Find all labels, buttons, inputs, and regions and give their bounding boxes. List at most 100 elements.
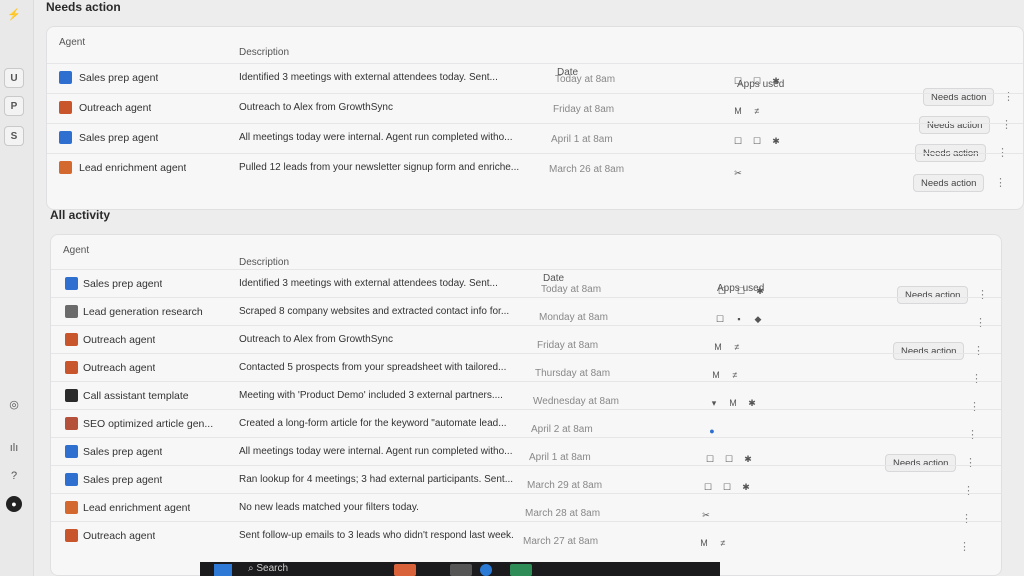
outreach-agent-icon — [59, 101, 72, 114]
help-icon[interactable]: ? — [4, 466, 24, 486]
agent-name: Outreach agent — [83, 530, 156, 542]
table-row[interactable]: Lead enrichment agent No new leads match… — [51, 493, 1001, 525]
taskbar-app-icon[interactable] — [480, 564, 492, 576]
taskbar-app-icon[interactable] — [450, 564, 472, 576]
outreach-agent-icon — [65, 529, 78, 542]
row-date: March 27 at 8am — [523, 536, 599, 547]
table-row[interactable]: SEO optimized article gen... Created a l… — [51, 409, 1001, 441]
chart-icon[interactable]: ılı — [4, 438, 24, 458]
row-description: Meeting with 'Product Demo' included 3 e… — [239, 390, 503, 401]
agent-name: Sales prep agent — [83, 474, 163, 486]
taskbar-search-label: Search — [256, 563, 289, 574]
needs-action-button[interactable]: Needs action — [913, 174, 985, 192]
more-icon[interactable]: ⋮ — [995, 176, 1006, 189]
table-row[interactable]: Outreach agent Outreach to Alex from Gro… — [47, 93, 1023, 134]
taskbar-app-icon[interactable] — [394, 564, 416, 576]
zapier-icon: ✂ — [734, 168, 742, 178]
table-row[interactable]: Sales prep agent All meetings today were… — [51, 437, 1001, 472]
row-date: Wednesday at 8am — [533, 396, 619, 407]
col-agent: Agent — [63, 245, 90, 256]
table-row[interactable]: Sales prep agent All meetings today were… — [47, 123, 1023, 162]
rail-item-s[interactable]: S — [4, 126, 24, 146]
calendar-icon: ☐ — [715, 314, 725, 324]
notion-icon: ☐ — [736, 286, 746, 296]
row-date: March 29 at 8am — [527, 480, 603, 491]
agent-name: Sales prep agent — [83, 446, 163, 458]
calendar-icon: ☐ — [703, 482, 713, 492]
gmail-icon: M — [714, 342, 722, 352]
taskbar-search[interactable]: ⌕ Search — [248, 563, 288, 574]
sheets-icon: ≠ — [720, 538, 726, 548]
gmail-icon: M — [734, 106, 742, 116]
rail-item-u[interactable]: U — [4, 68, 24, 88]
col-description: Description — [239, 257, 290, 268]
docs-icon: ● — [709, 426, 715, 436]
browser-icon: ◆ — [754, 314, 762, 324]
lightning-icon[interactable]: ⚡ — [4, 4, 24, 24]
table-row[interactable]: Outreach agent Outreach to Alex from Gro… — [51, 325, 1001, 360]
all-activity-table: Agent Description Date Apps used Sales p… — [50, 234, 1002, 576]
calendar-icon: ☐ — [733, 76, 743, 86]
apps-used: ☐ ☐ ✱ — [703, 482, 751, 493]
table-row[interactable]: Sales prep agent Identified 3 meetings w… — [47, 63, 1023, 106]
rail-item-p[interactable]: P — [4, 96, 24, 116]
sheets-icon: ≠ — [754, 106, 760, 116]
agent-name: Lead enrichment agent — [83, 502, 191, 514]
agent-name: Lead generation research — [83, 306, 203, 318]
agent-name: Outreach agent — [83, 362, 156, 374]
slack-icon: ✱ — [772, 76, 780, 86]
seo-agent-icon — [65, 417, 78, 430]
sales-agent-icon — [65, 277, 78, 290]
table-row[interactable]: Outreach agent Contacted 5 prospects fro… — [51, 353, 1001, 385]
sheets-icon: ≠ — [734, 342, 740, 352]
all-activity-title: All activity — [50, 208, 111, 222]
table-row[interactable]: Call assistant template Meeting with 'Pr… — [51, 381, 1001, 413]
apps-used: ☐ ☐ ✱ — [717, 286, 765, 297]
sheets-icon: ≠ — [732, 370, 738, 380]
table-row[interactable]: Sales prep agent Ran lookup for 4 meetin… — [51, 465, 1001, 497]
notion-icon: ☐ — [752, 76, 762, 86]
needs-action-table: Agent Description Date Apps used Sales p… — [46, 26, 1024, 210]
sales-agent-icon — [59, 71, 72, 84]
apps-used: ✂ — [701, 510, 711, 521]
main-content: Needs action Agent Description Date Apps… — [34, 0, 1024, 576]
row-description: Created a long-form article for the keyw… — [239, 418, 507, 429]
left-rail: ⚡ U P S ◎ ılı ? ● — [0, 0, 34, 576]
taskbar-app-icon[interactable] — [510, 564, 532, 576]
agent-name: Call assistant template — [83, 390, 189, 402]
row-date: April 1 at 8am — [551, 134, 613, 145]
notion-icon: ☐ — [722, 482, 732, 492]
agent-name: Sales prep agent — [79, 72, 159, 84]
agent-name: Sales prep agent — [83, 278, 163, 290]
row-description: Ran lookup for 4 meetings; 3 had externa… — [239, 474, 514, 485]
row-date: April 1 at 8am — [529, 452, 591, 463]
start-icon[interactable] — [214, 564, 232, 576]
agent-name: Lead enrichment agent — [79, 162, 187, 174]
apps-used: ☐ ☐ ✱ — [705, 454, 753, 465]
apps-used: M ≠ — [711, 370, 740, 380]
apps-used: ☐ ▪ ◆ — [715, 314, 763, 325]
calendar-icon: ☐ — [733, 136, 743, 146]
apps-used: ☐ ☐ ✱ — [733, 136, 781, 147]
account-icon[interactable]: ● — [6, 496, 22, 512]
apps-used: ✂ — [733, 168, 743, 179]
gmail-icon: M — [700, 538, 708, 548]
row-description: Identified 3 meetings with external atte… — [239, 278, 498, 289]
row-date: March 26 at 8am — [549, 164, 625, 175]
table-row[interactable]: Outreach agent Sent follow-up emails to … — [51, 521, 1001, 553]
more-icon[interactable]: ⋮ — [959, 540, 970, 553]
clock-icon[interactable]: ◎ — [4, 394, 24, 414]
row-description: Outreach to Alex from GrowthSync — [239, 334, 393, 345]
row-description: Identified 3 meetings with external atte… — [239, 72, 498, 83]
table-row[interactable]: Sales prep agent Identified 3 meetings w… — [51, 269, 1001, 304]
row-date: Thursday at 8am — [535, 368, 611, 379]
row-description: Pulled 12 leads from your newsletter sig… — [239, 162, 520, 173]
table-row[interactable]: Lead enrichment agent Pulled 12 leads fr… — [47, 153, 1023, 192]
table-row[interactable]: Lead generation research Scraped 8 compa… — [51, 297, 1001, 329]
outreach-agent-icon — [65, 333, 78, 346]
gmail-icon: M — [729, 398, 737, 408]
row-description: Contacted 5 prospects from your spreadsh… — [239, 362, 507, 373]
agent-name: SEO optimized article gen... — [83, 418, 214, 430]
lead-agent-icon — [59, 161, 72, 174]
taskbar: ⌕ Search — [200, 562, 720, 576]
